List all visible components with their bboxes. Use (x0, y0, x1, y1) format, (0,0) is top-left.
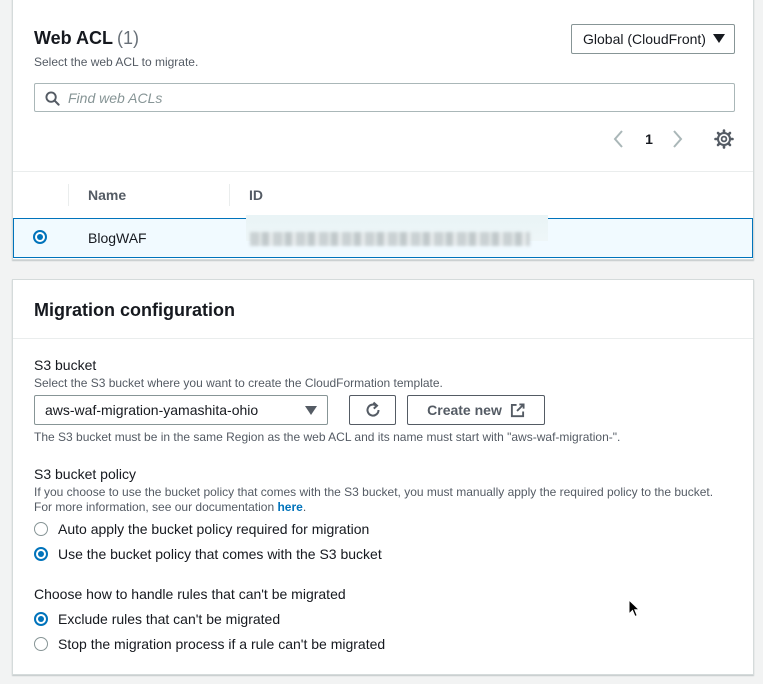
option-exclude-rules-label: Exclude rules that can't be migrated (58, 611, 281, 627)
gear-icon (714, 129, 734, 149)
page-number[interactable]: 1 (643, 127, 655, 151)
radio-use-bucket-policy[interactable] (34, 547, 48, 561)
bucket-policy-period: . (302, 500, 307, 514)
next-page-button[interactable] (669, 127, 685, 151)
table-settings-button[interactable] (713, 127, 735, 151)
column-divider (68, 184, 69, 206)
caret-down-icon (305, 406, 317, 415)
mouse-pointer-icon (628, 599, 640, 618)
caret-down-icon (713, 34, 725, 43)
search-field[interactable] (34, 83, 735, 112)
search-input[interactable] (68, 87, 718, 108)
table-header: Name ID (13, 171, 753, 217)
web-acl-count: (1) (117, 28, 139, 48)
create-new-label: Create new (427, 402, 502, 418)
radio-stop-migration[interactable] (34, 637, 48, 651)
row-id-redacted (250, 232, 530, 246)
radio-exclude-rules[interactable] (34, 612, 48, 626)
column-divider (229, 184, 230, 206)
documentation-link[interactable]: here (277, 500, 302, 514)
s3-bucket-description: Select the S3 bucket where you want to c… (34, 376, 443, 390)
option-stop-migration-label: Stop the migration process if a rule can… (58, 636, 386, 652)
bucket-policy-info-text: For more information, see our documentat… (34, 500, 278, 514)
web-acl-title: Web ACL (1) (34, 28, 139, 49)
radio-auto-apply-policy[interactable] (34, 522, 48, 536)
chevron-right-icon (673, 130, 683, 148)
s3-bucket-select-value: aws-waf-migration-yamashita-ohio (45, 402, 259, 418)
search-icon (45, 91, 60, 106)
bucket-policy-description-line2: For more information, see our documentat… (34, 500, 713, 515)
column-header-name[interactable]: Name (88, 172, 126, 218)
web-acl-title-text: Web ACL (34, 28, 113, 48)
web-acl-description: Select the web ACL to migrate. (34, 55, 199, 69)
previous-page-button[interactable] (611, 127, 627, 151)
s3-bucket-hint: The S3 bucket must be in the same Region… (34, 430, 621, 444)
external-link-icon (510, 402, 525, 417)
option-auto-apply-policy-label: Auto apply the bucket policy required fo… (58, 521, 370, 537)
bucket-policy-description-line1: If you choose to use the bucket policy t… (34, 485, 714, 499)
refresh-button[interactable] (349, 395, 396, 425)
migration-configuration-panel: Migration configuration S3 bucket Select… (12, 279, 754, 675)
migration-title: Migration configuration (34, 300, 235, 320)
scope-select-value: Global (CloudFront) (583, 31, 706, 47)
chevron-left-icon (613, 130, 623, 148)
s3-bucket-label: S3 bucket (34, 357, 97, 373)
bucket-policy-label: S3 bucket policy (34, 466, 136, 482)
create-new-button[interactable]: Create new (407, 395, 545, 425)
rules-handling-label: Choose how to handle rules that can't be… (34, 586, 346, 602)
row-name: BlogWAF (88, 230, 147, 246)
s3-bucket-select[interactable]: aws-waf-migration-yamashita-ohio (34, 395, 328, 425)
column-header-id[interactable]: ID (249, 172, 263, 218)
migration-header: Migration configuration (13, 280, 753, 339)
web-acl-panel: Web ACL (1) Select the web ACL to migrate… (12, 0, 754, 260)
option-use-bucket-policy-label: Use the bucket policy that comes with th… (58, 546, 382, 562)
refresh-icon (366, 401, 380, 417)
table-row[interactable]: BlogWAF (13, 215, 753, 258)
scope-select[interactable]: Global (CloudFront) (571, 24, 735, 54)
bucket-policy-description: If you choose to use the bucket policy t… (34, 485, 713, 515)
row-select-radio[interactable] (33, 230, 47, 244)
